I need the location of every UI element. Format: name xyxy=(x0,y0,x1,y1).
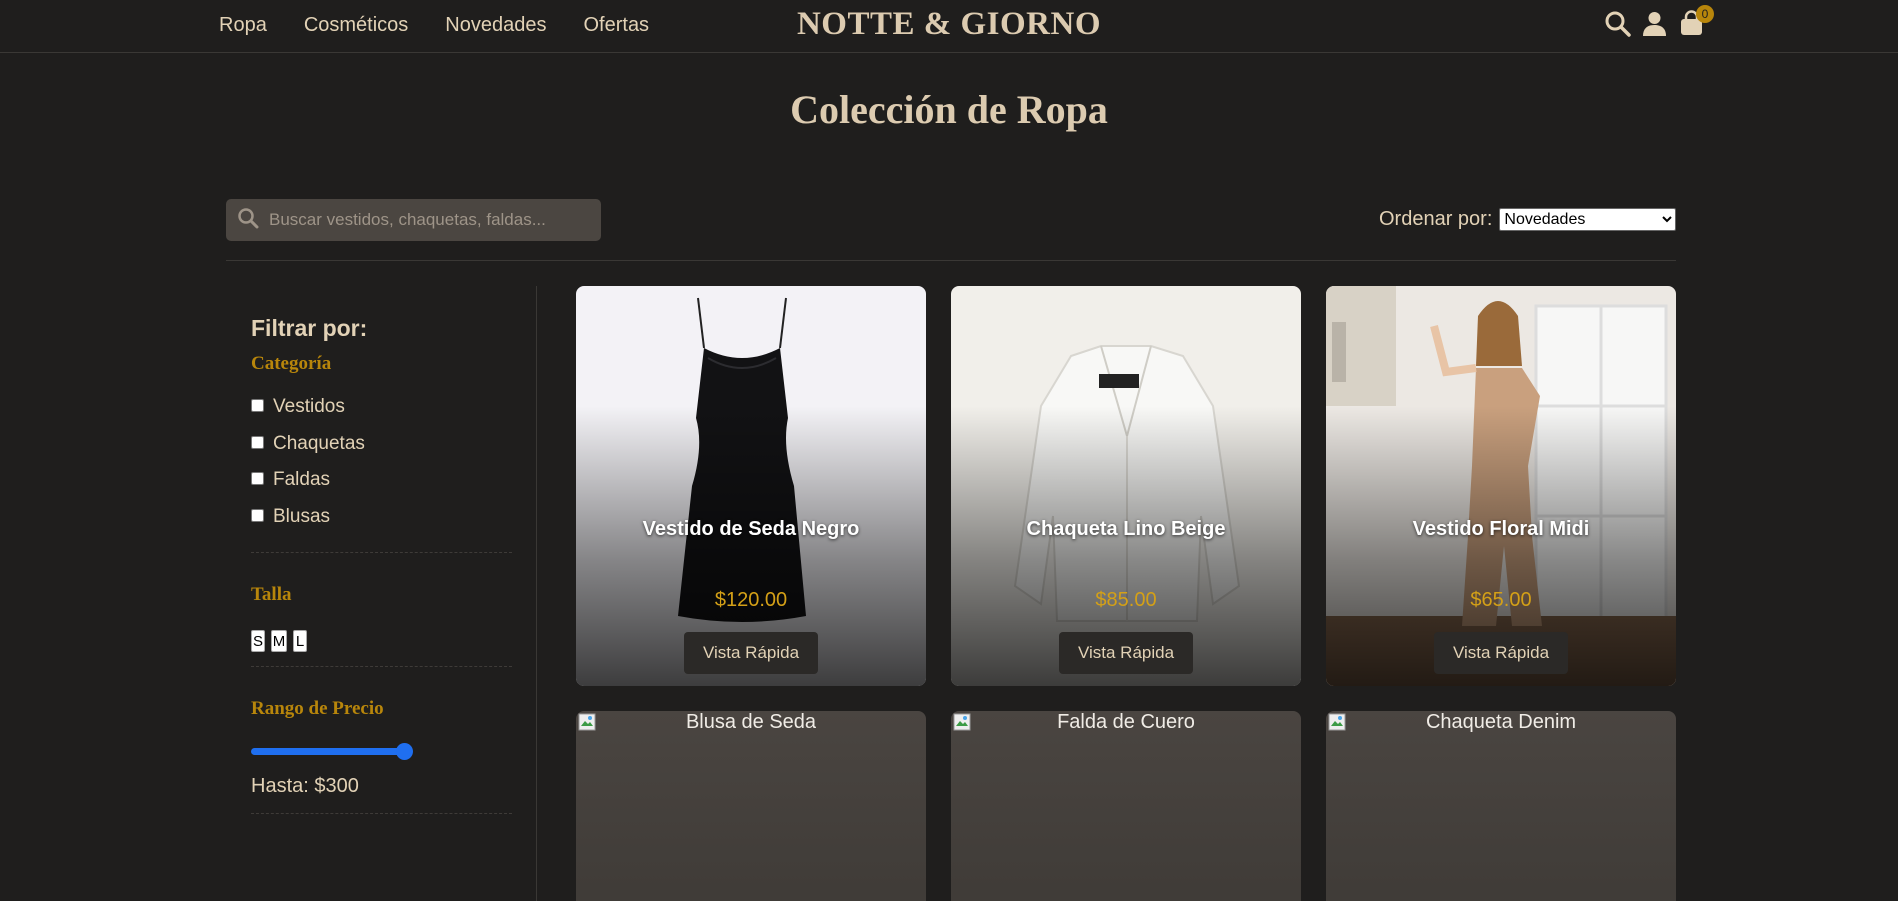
search-icon[interactable] xyxy=(1604,10,1631,37)
product-image-alt-text: Blusa de Seda xyxy=(685,711,817,733)
header-actions: 0 xyxy=(1604,5,1714,37)
category-label: Blusas xyxy=(273,506,331,527)
category-vestidos[interactable]: Vestidos xyxy=(251,396,345,418)
product-image-alt-text: Chaqueta Denim xyxy=(1425,711,1577,733)
section-divider xyxy=(251,813,512,814)
filter-title: Filtrar por: xyxy=(251,315,368,341)
shopping-bag-icon[interactable]: 0 xyxy=(1678,5,1714,37)
product-card[interactable]: Chaqueta Lino Beige $85.00 Vista Rápida xyxy=(951,286,1301,686)
category-chaquetas[interactable]: Chaquetas xyxy=(251,433,365,455)
search-input[interactable] xyxy=(269,210,589,230)
product-name: Chaqueta Lino Beige xyxy=(1026,518,1226,540)
slider-track xyxy=(251,748,406,755)
product-card[interactable]: Vestido de Seda Negro $120.00 Vista Rápi… xyxy=(576,286,926,686)
category-label: Vestidos xyxy=(273,396,345,417)
checkbox[interactable] xyxy=(251,471,264,485)
category-heading: Categoría xyxy=(251,353,332,374)
category-blusas[interactable]: Blusas xyxy=(251,506,330,528)
section-divider xyxy=(251,666,512,667)
size-s-button[interactable]: S xyxy=(251,630,265,652)
search-bar xyxy=(226,199,601,241)
product-price: $85.00 xyxy=(1095,589,1157,611)
product-name: Vestido de Seda Negro xyxy=(642,518,860,540)
checkbox[interactable] xyxy=(251,435,264,449)
product-name: Vestido Floral Midi xyxy=(1412,518,1590,540)
cart-count-badge: 0 xyxy=(1696,5,1714,23)
price-heading: Rango de Precio xyxy=(251,698,384,719)
category-label: Chaquetas xyxy=(273,433,365,454)
product-image-alt-text: Falda de Cuero xyxy=(1057,711,1195,733)
price-range-slider[interactable] xyxy=(251,743,414,760)
sort-label: Ordenar por: xyxy=(1379,208,1493,230)
user-icon[interactable] xyxy=(1641,10,1668,37)
product-card[interactable]: Chaqueta Denim xyxy=(1326,711,1676,901)
quick-view-button[interactable]: Vista Rápida xyxy=(1434,632,1568,674)
quick-view-button[interactable]: Vista Rápida xyxy=(1059,632,1193,674)
category-faldas[interactable]: Faldas xyxy=(251,469,330,491)
toolbar-divider xyxy=(226,260,1676,261)
top-navigation-bar: Ropa Cosméticos Novedades Ofertas NOTTE … xyxy=(0,0,1898,53)
product-card[interactable]: Vestido Floral Midi $65.00 Vista Rápida xyxy=(1326,286,1676,686)
size-m-button[interactable]: M xyxy=(271,630,287,652)
price-max-label: Hasta: $300 xyxy=(251,775,359,797)
category-label: Faldas xyxy=(273,469,331,490)
search-icon xyxy=(237,207,259,234)
product-price: $120.00 xyxy=(714,589,788,611)
product-card[interactable]: Falda de Cuero xyxy=(951,711,1301,901)
product-card[interactable]: Blusa de Seda xyxy=(576,711,926,901)
size-l-button[interactable]: L xyxy=(293,630,307,652)
section-divider xyxy=(251,552,512,553)
page-title: Colección de Ropa xyxy=(790,87,1108,132)
sort-control: Ordenar por: Novedades xyxy=(1379,208,1677,231)
slider-thumb[interactable] xyxy=(396,743,413,760)
quick-view-button[interactable]: Vista Rápida xyxy=(684,632,818,674)
product-price: $65.00 xyxy=(1470,589,1532,611)
size-heading: Talla xyxy=(251,584,292,605)
sort-select[interactable]: Novedades xyxy=(1499,208,1677,231)
checkbox[interactable] xyxy=(251,398,264,412)
size-options: S M L xyxy=(251,630,307,652)
checkbox[interactable] xyxy=(251,508,264,522)
sidebar-border xyxy=(536,286,537,901)
